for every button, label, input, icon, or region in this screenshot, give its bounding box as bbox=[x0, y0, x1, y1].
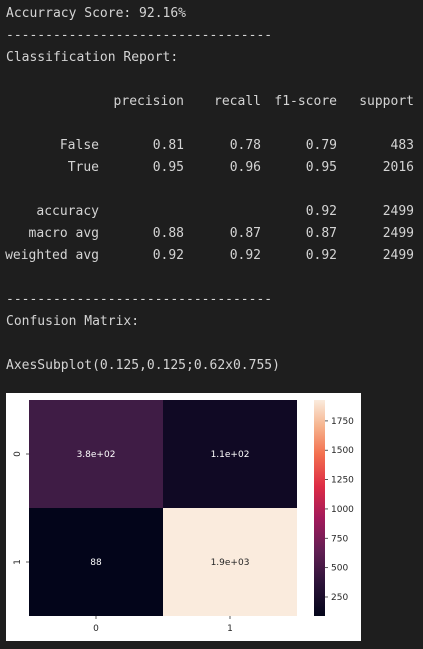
colorbar-tick-label-4: 750 bbox=[331, 534, 348, 544]
x-tick-label-1: 1 bbox=[227, 624, 233, 634]
cell-accuracy-f1: 0.92 bbox=[305, 204, 337, 219]
colorbar-tick-label-0: 1750 bbox=[331, 417, 354, 427]
heatmap-cell-label-1-0: 88 bbox=[90, 558, 102, 568]
report-title: Classification Report: bbox=[6, 50, 179, 65]
col-header-recall: recall bbox=[214, 94, 261, 109]
y-tick-label-0: 0 bbox=[13, 451, 23, 457]
row-label-false: False bbox=[59, 138, 99, 153]
x-tick-label-0: 0 bbox=[93, 624, 99, 634]
heatmap-cell-label-0-1: 1.1e+02 bbox=[211, 450, 250, 460]
cell-weighted-recall: 0.92 bbox=[229, 248, 261, 263]
cell-macro-f1: 0.87 bbox=[305, 226, 337, 241]
separator-top: ---------------------------------- bbox=[6, 28, 273, 43]
y-tick-label-1: 1 bbox=[13, 559, 23, 565]
col-header-f1: f1-score bbox=[274, 94, 337, 109]
cell-true-recall: 0.96 bbox=[229, 160, 261, 175]
colorbar-tick-label-6: 250 bbox=[331, 593, 348, 603]
heatmap-cell-label-0-0: 3.8e+02 bbox=[77, 450, 116, 460]
cell-false-support: 483 bbox=[390, 138, 414, 153]
axes-repr: AxesSubplot(0.125,0.125;0.62x0.755) bbox=[6, 358, 280, 373]
cell-true-f1: 0.95 bbox=[305, 160, 337, 175]
row-label-true: True bbox=[67, 160, 99, 175]
cell-macro-recall: 0.87 bbox=[229, 226, 261, 241]
cell-macro-precision: 0.88 bbox=[152, 226, 184, 241]
col-header-support: support bbox=[359, 94, 414, 109]
cell-weighted-precision: 0.92 bbox=[152, 248, 184, 263]
cell-true-support: 2016 bbox=[382, 160, 414, 175]
colorbar-tick-label-1: 1500 bbox=[331, 446, 354, 456]
row-label-accuracy: accuracy bbox=[36, 204, 99, 219]
colorbar bbox=[314, 400, 325, 616]
row-label-weighted-avg: weighted avg bbox=[5, 248, 99, 263]
separator-bottom: ---------------------------------- bbox=[6, 292, 273, 307]
accuracy-line: Accurracy Score: 92.16% bbox=[6, 6, 187, 21]
cell-weighted-f1: 0.92 bbox=[305, 248, 337, 263]
cell-macro-support: 2499 bbox=[382, 226, 414, 241]
col-header-precision: precision bbox=[113, 94, 184, 109]
colorbar-tick-label-3: 1000 bbox=[331, 505, 354, 515]
notebook-output: Accurracy Score: 92.16% ----------------… bbox=[0, 0, 423, 649]
colorbar-tick-label-2: 1250 bbox=[331, 476, 354, 486]
row-label-macro-avg: macro avg bbox=[28, 226, 99, 241]
heatmap-cell-label-1-1: 1.9e+03 bbox=[211, 558, 250, 568]
confusion-matrix-heatmap: 3.8e+02 1.1e+02 88 1.9e+03 0 1 0 1 1750 1500 12… bbox=[13, 400, 354, 634]
confusion-matrix-figure: 3.8e+02 1.1e+02 88 1.9e+03 0 1 0 1 1750 1500 12… bbox=[6, 393, 361, 641]
cell-true-precision: 0.95 bbox=[152, 160, 184, 175]
cell-weighted-support: 2499 bbox=[382, 248, 414, 263]
cell-false-precision: 0.81 bbox=[152, 138, 184, 153]
colorbar-tick-label-5: 500 bbox=[331, 564, 348, 574]
cell-false-recall: 0.78 bbox=[229, 138, 261, 153]
confusion-title: Confusion Matrix: bbox=[6, 314, 140, 329]
cell-accuracy-support: 2499 bbox=[382, 204, 414, 219]
cell-false-f1: 0.79 bbox=[305, 138, 337, 153]
